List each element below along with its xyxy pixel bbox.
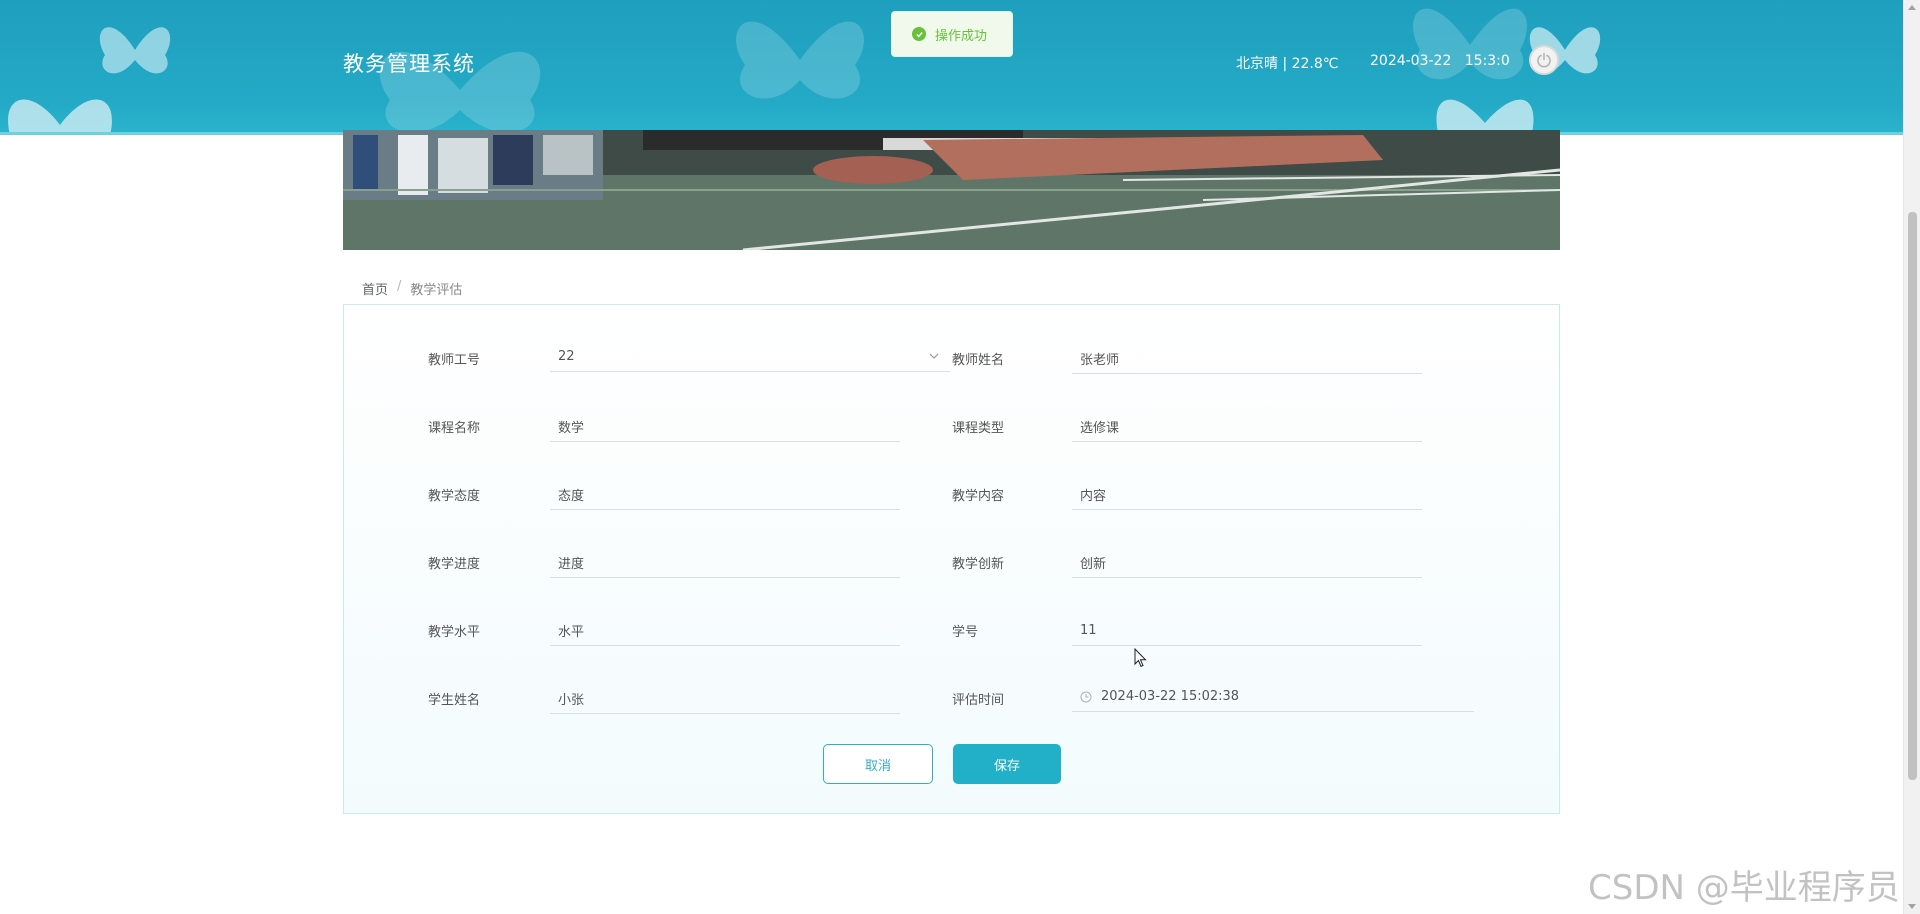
student-id-input[interactable]: 11 — [1072, 616, 1422, 646]
eval-time-picker[interactable]: 2024-03-22 15:02:38 — [1072, 682, 1474, 712]
banner-image — [343, 130, 1560, 250]
scrollbar-thumb[interactable] — [1908, 212, 1917, 780]
scroll-up-arrow-icon[interactable] — [1908, 5, 1916, 10]
student-id-label: 学号 — [952, 625, 979, 640]
butterfly-decoration — [1436, 99, 1534, 132]
weather-info: 北京晴 | 22.8℃ — [1236, 56, 1339, 72]
course-name-input[interactable]: 数学 — [550, 412, 900, 442]
power-icon — [1537, 52, 1551, 68]
teacher-id-value: 22 — [558, 349, 575, 364]
innovation-input[interactable]: 创新 — [1072, 548, 1422, 578]
level-input[interactable]: 水平 — [550, 616, 900, 646]
attitude-label: 教学态度 — [428, 489, 481, 504]
teacher-id-label: 教师工号 — [428, 353, 481, 368]
breadcrumb-separator: / — [397, 279, 402, 294]
course-name-label: 课程名称 — [428, 421, 481, 436]
current-date: 2024-03-22 — [1370, 53, 1452, 69]
course-type-input[interactable]: 选修课 — [1072, 412, 1422, 442]
teacher-name-label: 教师姓名 — [952, 353, 1005, 368]
progress-label: 教学进度 — [428, 557, 481, 572]
mouse-cursor-icon — [1134, 648, 1147, 668]
site-title: 教务管理系统 — [343, 52, 475, 76]
course-name-value: 数学 — [558, 421, 585, 436]
logout-button[interactable] — [1529, 45, 1559, 75]
cancel-button[interactable]: 取消 — [823, 744, 933, 784]
page: 教务管理系统 北京晴 | 22.8℃ 2024-03-22 15:3:0 操作成… — [0, 0, 1920, 914]
breadcrumb-current: 教学评估 — [410, 283, 463, 298]
innovation-value: 创新 — [1080, 557, 1107, 572]
butterfly-decoration — [736, 21, 864, 99]
level-label: 教学水平 — [428, 625, 481, 640]
student-name-input[interactable]: 小张 — [550, 684, 900, 714]
butterfly-decoration — [379, 51, 541, 132]
success-toast: 操作成功 — [891, 11, 1013, 57]
butterfly-decoration — [1413, 8, 1527, 80]
student-name-value: 小张 — [558, 693, 585, 708]
student-id-value: 11 — [1080, 623, 1097, 638]
progress-input[interactable]: 进度 — [550, 548, 900, 578]
attitude-value: 态度 — [558, 489, 585, 504]
progress-value: 进度 — [558, 557, 585, 572]
student-name-label: 学生姓名 — [428, 693, 481, 708]
breadcrumb-home[interactable]: 首页 — [362, 279, 388, 298]
eval-time-value: 2024-03-22 15:02:38 — [1101, 689, 1240, 704]
page-scrollbar[interactable] — [1903, 0, 1920, 914]
innovation-label: 教学创新 — [952, 557, 1005, 572]
level-value: 水平 — [558, 625, 585, 640]
save-button[interactable]: 保存 — [953, 744, 1061, 784]
course-type-value: 选修课 — [1080, 421, 1120, 436]
course-type-label: 课程类型 — [952, 421, 1005, 436]
attitude-input[interactable]: 态度 — [550, 480, 900, 510]
check-circle-icon — [912, 27, 926, 41]
breadcrumb: 首页 / 教学评估 — [362, 279, 462, 298]
teacher-name-input[interactable]: 张老师 — [1072, 344, 1422, 374]
content-label: 教学内容 — [952, 489, 1005, 504]
eval-time-label: 评估时间 — [952, 693, 1005, 708]
csdn-watermark: CSDN @毕业程序员 — [1588, 868, 1900, 908]
content-input[interactable]: 内容 — [1072, 480, 1422, 510]
butterfly-decoration — [99, 27, 171, 74]
scroll-down-arrow-icon[interactable] — [1908, 904, 1916, 909]
butterfly-decoration — [8, 99, 112, 132]
chevron-down-icon — [929, 353, 939, 359]
teacher-id-select[interactable]: 22 — [550, 342, 950, 372]
content-value: 内容 — [1080, 489, 1107, 504]
current-time: 15:3:0 — [1464, 53, 1510, 69]
teacher-name-value: 张老师 — [1080, 353, 1120, 368]
toast-message: 操作成功 — [935, 28, 988, 44]
current-datetime: 2024-03-22 15:3:0 — [1370, 53, 1510, 69]
clock-icon — [1080, 691, 1092, 702]
